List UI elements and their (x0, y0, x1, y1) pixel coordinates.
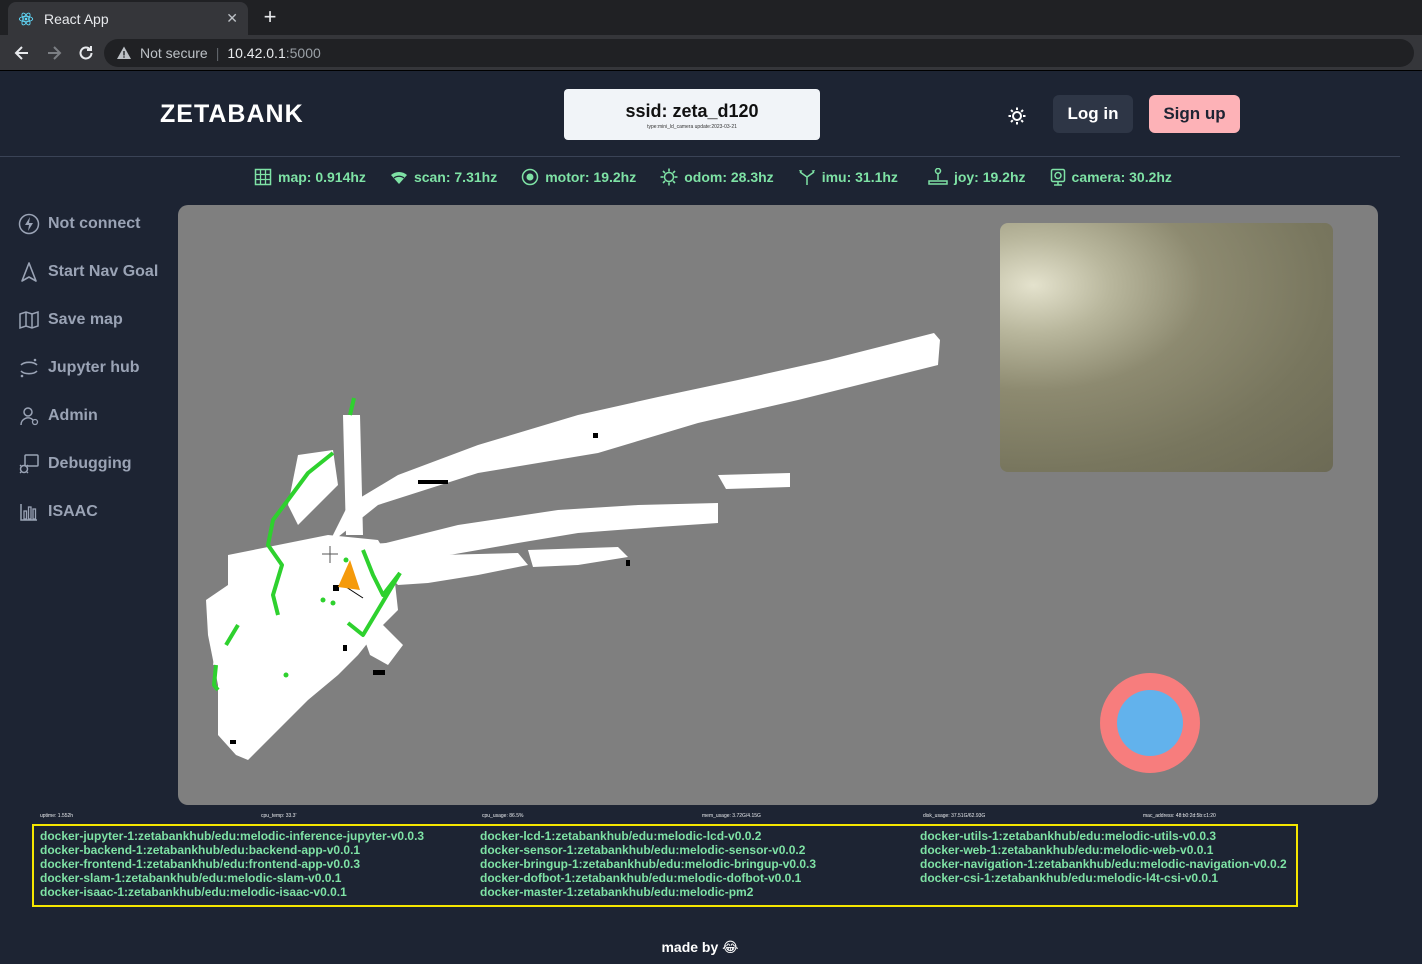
browser-tab-bar: React App ✕ + (0, 0, 1422, 35)
status-joy: joy: 19.2hz (928, 166, 1026, 188)
status-label: camera: 30.2hz (1071, 169, 1172, 185)
sidebar-item-label: Not connect (48, 215, 141, 232)
status-scan: scan: 7.31hz (390, 166, 497, 188)
wifi-icon (390, 171, 407, 184)
joystick-base[interactable] (1100, 673, 1200, 773)
axes-icon (798, 170, 815, 185)
grid-icon (254, 168, 272, 186)
status-odom: odom: 28.3hz (660, 166, 774, 188)
new-tab-button[interactable]: + (258, 4, 282, 30)
sysinfo-cpu-usage: cpu_usage: 86.5% (482, 813, 524, 819)
status-label: map: 0.914hz (278, 169, 366, 185)
sidebar: Not connect Start Nav Goal Save map Jupy… (18, 200, 178, 536)
list-item: docker-dofbot-1:zetabankhub/edu:melodic-… (480, 871, 802, 885)
forward-icon[interactable] (41, 40, 67, 66)
ssid-subtitle: type:mini_ld_camera update:2023-03-21 (647, 124, 737, 130)
joystick-icon (928, 168, 948, 185)
status-map: map: 0.914hz (254, 166, 366, 188)
sidebar-item-save-map[interactable]: Save map (18, 296, 178, 344)
tab-close-icon[interactable]: ✕ (226, 10, 238, 27)
sysinfo-mac-address: mac_address: 48:b0:2d:5b:c1:20 (1143, 813, 1216, 819)
docker-container-list: docker-jupyter-1:zetabankhub/edu:melodic… (32, 824, 1298, 907)
react-icon (18, 12, 34, 25)
topic-status-bar: map: 0.914hz scan: 7.31hz motor: 19.2hz … (254, 166, 1196, 188)
status-label: joy: 19.2hz (953, 169, 1026, 185)
sidebar-item-admin[interactable]: Admin (18, 392, 178, 440)
login-button[interactable]: Log in (1053, 95, 1133, 133)
url-host: 10.42.0.1 (227, 45, 286, 61)
list-item: docker-bringup-1:zetabankhub/edu:melodic… (480, 857, 817, 871)
chart-icon (20, 504, 37, 521)
navigation-icon (21, 262, 37, 282)
status-label: odom: 28.3hz (684, 169, 774, 185)
list-item: docker-master-1:zetabankhub/edu:melodic-… (480, 885, 754, 899)
debug-icon (19, 454, 39, 474)
docker-column-3: docker-utils-1:zetabankhub/edu:melodic-u… (920, 829, 1287, 885)
list-item: docker-csi-1:zetabankhub/edu:melodic-l4t… (920, 871, 1219, 885)
list-item: docker-frontend-1:zetabankhub/edu:fronte… (40, 857, 361, 871)
url-separator: | (215, 45, 220, 61)
sysinfo-cpu-temp: cpu_temp: 33.3' (261, 813, 297, 819)
ssid-label: ssid: zeta_d120 (625, 101, 759, 121)
sidebar-item-start-nav-goal[interactable]: Start Nav Goal (18, 248, 178, 296)
status-imu: imu: 31.1hz (798, 166, 898, 188)
theme-toggle-icon[interactable] (1005, 104, 1029, 128)
sidebar-item-label: ISAAC (48, 503, 98, 520)
browser-tab[interactable]: React App ✕ (8, 2, 248, 35)
list-item: docker-lcd-1:zetabankhub/edu:melodic-lcd… (480, 829, 762, 843)
sidebar-item-label: Start Nav Goal (48, 263, 159, 280)
list-item: docker-web-1:zetabankhub/edu:melodic-web… (920, 843, 1214, 857)
system-info-bar: uptime: 1.552h cpu_temp: 33.3' cpu_usage… (40, 813, 1400, 821)
app-root: ZETABANK ssid: zeta_d120 type:mini_ld_ca… (0, 72, 1422, 964)
sidebar-item-jupyter-hub[interactable]: Jupyter hub (18, 344, 178, 392)
sysinfo-disk-usage: disk_usage: 37.51G/62.93G (923, 813, 986, 819)
footer-credit: made by 😂 (661, 939, 739, 955)
back-icon[interactable] (9, 40, 35, 66)
list-item: docker-jupyter-1:zetabankhub/edu:melodic… (40, 829, 425, 843)
header-divider (0, 156, 1400, 157)
tab-title: React App (44, 10, 109, 27)
bolt-icon (18, 213, 40, 235)
sysinfo-mem-usage: mem_usage: 3.72G/4.15G (702, 813, 761, 819)
list-item: docker-isaac-1:zetabankhub/edu:melodic-i… (40, 885, 347, 899)
url-input[interactable]: Not secure | 10.42.0.1 :5000 (104, 39, 1414, 67)
joystick-handle[interactable] (1117, 690, 1183, 756)
address-bar: Not secure | 10.42.0.1 :5000 (0, 35, 1422, 71)
sidebar-item-label: Save map (48, 311, 123, 328)
camera-feed (1000, 223, 1333, 472)
list-item: docker-navigation-1:zetabankhub/edu:melo… (920, 857, 1287, 871)
motor-icon (521, 168, 539, 186)
list-item: docker-slam-1:zetabankhub/edu:melodic-sl… (40, 871, 342, 885)
list-item: docker-backend-1:zetabankhub/edu:backend… (40, 843, 361, 857)
status-label: scan: 7.31hz (413, 169, 498, 185)
url-port: :5000 (285, 45, 321, 61)
security-label: Not secure (140, 45, 208, 61)
ssid-display: ssid: zeta_d120 type:mini_ld_camera upda… (564, 89, 820, 140)
status-motor: motor: 19.2hz (521, 166, 636, 188)
reload-icon[interactable] (73, 40, 99, 66)
list-item: docker-utils-1:zetabankhub/edu:melodic-u… (920, 829, 1217, 843)
docker-column-1: docker-jupyter-1:zetabankhub/edu:melodic… (40, 829, 424, 899)
jupyter-icon (20, 358, 38, 378)
sidebar-item-label: Debugging (48, 455, 132, 472)
sidebar-item-debugging[interactable]: Debugging (18, 440, 178, 488)
sidebar-item-label: Admin (48, 407, 98, 424)
sidebar-item-isaac[interactable]: ISAAC (18, 488, 178, 536)
sidebar-item-label: Jupyter hub (48, 359, 140, 376)
gear-icon (660, 168, 678, 186)
logo: ZETABANK (160, 100, 304, 128)
status-camera: camera: 30.2hz (1050, 166, 1172, 188)
status-label: imu: 31.1hz (821, 169, 898, 185)
camera-icon (1050, 168, 1065, 186)
sysinfo-uptime: uptime: 1.552h (40, 813, 74, 819)
sidebar-item-not-connect[interactable]: Not connect (18, 200, 178, 248)
user-icon (20, 407, 39, 426)
docker-column-2: docker-lcd-1:zetabankhub/edu:melodic-lcd… (480, 829, 816, 899)
map-viewer[interactable] (178, 205, 1378, 805)
warning-icon (117, 46, 131, 59)
list-item: docker-sensor-1:zetabankhub/edu:melodic-… (480, 843, 806, 857)
map-icon (19, 310, 39, 330)
signup-button[interactable]: Sign up (1149, 95, 1240, 133)
status-label: motor: 19.2hz (545, 169, 637, 185)
